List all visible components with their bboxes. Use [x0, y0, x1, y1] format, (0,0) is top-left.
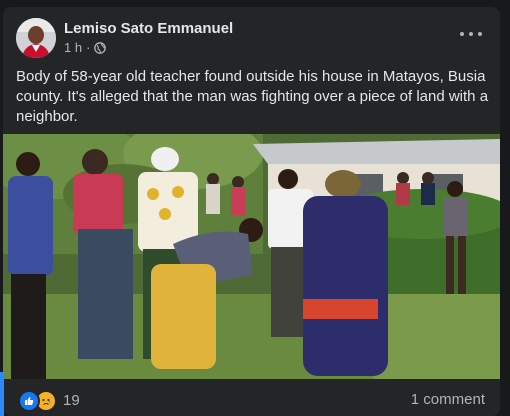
post-footer: 19 1 comment [3, 379, 500, 416]
comments-link[interactable]: 1 comment [411, 391, 485, 409]
author-name[interactable]: Lemiso Sato Emmanuel [64, 20, 233, 38]
reactions-summary[interactable]: 19 [18, 390, 80, 412]
author-avatar[interactable] [16, 18, 56, 58]
meta-separator: · [86, 40, 91, 55]
post-time[interactable]: 1 h [64, 40, 82, 56]
reaction-count: 19 [63, 392, 80, 409]
post-text: Body of 58-year old teacher found outsid… [16, 68, 489, 125]
dot [469, 32, 473, 36]
like-reaction-icon [18, 390, 40, 412]
more-options-icon[interactable] [460, 27, 482, 41]
globe-icon [94, 42, 107, 54]
dot [478, 32, 482, 36]
post-card: Lemiso Sato Emmanuel 1 h · Body of 58-ye… [3, 7, 500, 416]
focus-indicator [0, 372, 4, 416]
post-photo[interactable] [3, 134, 500, 379]
post-meta: 1 h · [64, 40, 107, 56]
dot [460, 32, 464, 36]
